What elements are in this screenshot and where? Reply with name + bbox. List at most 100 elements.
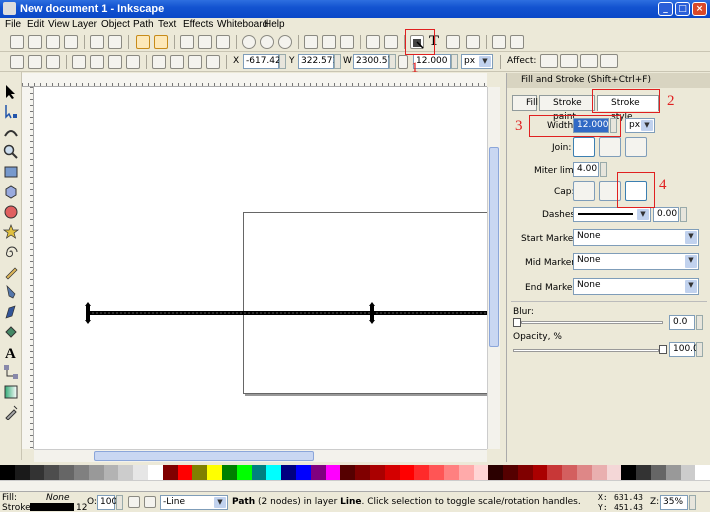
inkscape-preferences-icon[interactable] — [492, 35, 506, 49]
palette-swatch[interactable] — [473, 465, 489, 480]
palette-swatch[interactable] — [266, 465, 282, 480]
menu-help[interactable]: Help — [264, 19, 285, 30]
vertical-scrollbar[interactable] — [487, 87, 500, 449]
palette-swatch[interactable] — [547, 465, 563, 480]
raise-icon[interactable] — [170, 55, 184, 69]
palette-swatch[interactable] — [162, 465, 178, 480]
star-tool-icon[interactable] — [3, 224, 19, 240]
fill-status-value[interactable]: None — [46, 493, 69, 503]
palette-swatch[interactable] — [118, 465, 134, 480]
palette-swatch[interactable] — [295, 465, 311, 480]
rotate-cw-icon[interactable] — [90, 55, 104, 69]
connector-tool-icon[interactable] — [3, 364, 19, 380]
menu-whiteboard[interactable]: Whiteboard — [217, 19, 268, 30]
palette-swatch[interactable] — [577, 465, 592, 480]
tab-fill[interactable]: Fill — [512, 95, 538, 111]
close-button[interactable]: × — [692, 2, 707, 16]
palette-swatch[interactable] — [29, 465, 45, 480]
round-join-button[interactable] — [599, 137, 621, 157]
clone-icon[interactable] — [322, 35, 336, 49]
ellipse-tool-icon[interactable] — [3, 204, 19, 220]
palette-swatch[interactable] — [251, 465, 267, 480]
scale-stroke-icon[interactable] — [540, 54, 558, 68]
copy-icon[interactable] — [180, 35, 194, 49]
palette-swatch[interactable] — [207, 465, 222, 480]
selector-tool-icon[interactable] — [3, 84, 19, 100]
palette-swatch[interactable] — [399, 465, 415, 480]
deselect-icon[interactable] — [46, 55, 60, 69]
palette-swatch[interactable] — [14, 465, 30, 480]
current-layer-select[interactable]: -Line ▼ — [160, 495, 228, 510]
blur-input[interactable]: 0.0 — [669, 315, 695, 330]
flip-horizontal-icon[interactable] — [108, 55, 122, 69]
palette-swatch[interactable] — [369, 465, 385, 480]
palette-swatch[interactable] — [488, 465, 504, 480]
miter-limit-spinner[interactable] — [600, 162, 607, 177]
palette-swatch[interactable] — [147, 465, 163, 480]
miter-limit-input[interactable]: 4.00 — [573, 162, 599, 177]
spiral-tool-icon[interactable] — [3, 244, 19, 260]
flip-vertical-icon[interactable] — [126, 55, 140, 69]
3d-box-tool-icon[interactable] — [3, 184, 19, 200]
dash-offset-input[interactable]: 0.00 — [653, 207, 679, 222]
menu-effects[interactable]: Effects — [183, 19, 213, 30]
palette-swatch[interactable] — [517, 465, 533, 480]
opacity-slider[interactable] — [513, 349, 659, 352]
pencil-tool-icon[interactable] — [3, 264, 19, 280]
drawing-canvas[interactable] — [34, 87, 487, 449]
select-all-icon[interactable] — [10, 55, 24, 69]
palette-swatch[interactable] — [281, 465, 296, 480]
x-field[interactable]: -617.42 — [243, 54, 281, 69]
palette-swatch[interactable] — [414, 465, 430, 480]
palette-swatch[interactable] — [88, 465, 104, 480]
palette-swatch[interactable] — [133, 465, 148, 480]
unit-select[interactable]: px ▼ — [461, 54, 493, 69]
palette-swatch[interactable] — [621, 465, 637, 480]
maximize-button[interactable]: □ — [675, 2, 690, 16]
horizontal-scroll-thumb[interactable] — [94, 451, 314, 461]
blur-slider-handle[interactable] — [513, 318, 521, 327]
blur-spinner[interactable] — [696, 315, 703, 330]
tab-stroke-paint[interactable]: Stroke paint — [539, 95, 595, 122]
width-spinner[interactable] — [389, 54, 396, 69]
zoom-input[interactable]: 35% — [660, 495, 688, 510]
end-markers-select[interactable]: None ▼ — [573, 278, 699, 295]
dropper-tool-icon[interactable] — [3, 404, 19, 420]
start-markers-select[interactable]: None ▼ — [573, 229, 699, 246]
group-icon[interactable] — [366, 35, 380, 49]
paste-icon[interactable] — [216, 35, 230, 49]
zoom-page-icon[interactable] — [278, 35, 292, 49]
menu-layer[interactable]: Layer — [72, 19, 97, 30]
document-properties-icon[interactable] — [510, 35, 524, 49]
bevel-join-button[interactable] — [625, 137, 647, 157]
dash-pattern-select[interactable]: ▼ — [573, 207, 651, 222]
miter-join-button[interactable] — [573, 137, 595, 157]
mid-markers-select[interactable]: None ▼ — [573, 253, 699, 270]
palette-swatch[interactable] — [221, 465, 237, 480]
zoom-tool-icon[interactable] — [3, 144, 19, 160]
pen-tool-icon[interactable] — [3, 284, 19, 300]
stroke-width-status[interactable]: 12 — [76, 503, 87, 512]
opacity-status-input[interactable]: 100 — [97, 495, 117, 510]
opacity-status-spinner[interactable] — [116, 495, 123, 510]
height-field[interactable]: 12.000 — [413, 54, 451, 69]
blur-slider[interactable] — [521, 321, 663, 324]
x-spinner[interactable] — [279, 54, 286, 69]
lower-to-bottom-icon[interactable] — [206, 55, 220, 69]
rotate-ccw-icon[interactable] — [72, 55, 86, 69]
paint-bucket-tool-icon[interactable] — [3, 324, 19, 340]
palette-swatch[interactable] — [665, 465, 681, 480]
xml-editor-icon[interactable] — [446, 35, 460, 49]
y-spinner[interactable] — [334, 54, 341, 69]
palette-swatch[interactable] — [591, 465, 607, 480]
save-icon[interactable] — [46, 35, 60, 49]
move-gradients-icon[interactable] — [580, 54, 598, 68]
align-distribute-icon[interactable] — [466, 35, 480, 49]
width-field[interactable]: 2300.57 — [353, 54, 393, 69]
palette-swatch[interactable] — [44, 465, 60, 480]
palette-swatch[interactable] — [503, 465, 518, 480]
menu-object[interactable]: Object — [101, 19, 130, 30]
menu-view[interactable]: View — [48, 19, 70, 30]
stroke-color-swatch[interactable] — [30, 503, 74, 511]
calligraphy-tool-icon[interactable] — [3, 304, 19, 320]
